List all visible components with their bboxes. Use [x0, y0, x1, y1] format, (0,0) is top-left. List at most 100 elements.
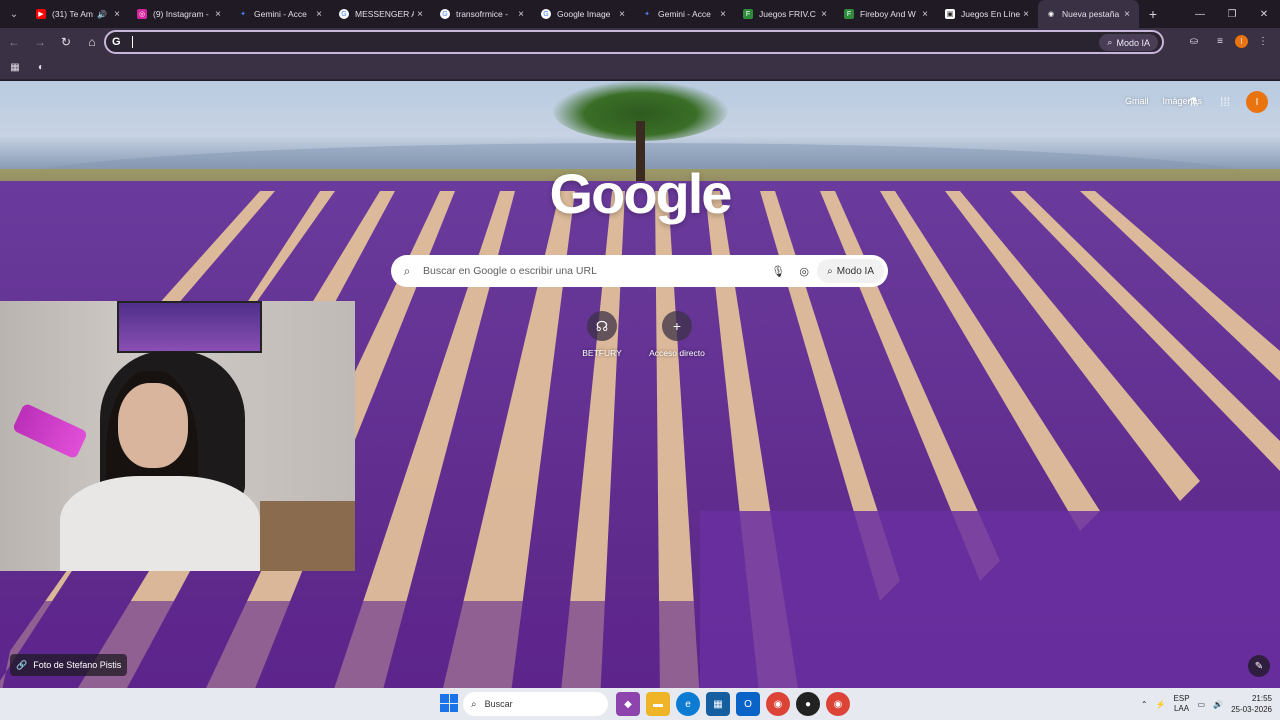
forward-icon[interactable]: → [28, 30, 52, 54]
close-icon[interactable]: × [414, 9, 426, 20]
webcam-overlay [0, 301, 355, 571]
outlook-icon[interactable]: O [736, 692, 760, 716]
file-explorer-icon[interactable]: ▬ [646, 692, 670, 716]
ai-mode-icon: ⌕ [827, 265, 833, 277]
taskbar-search[interactable]: ⌕ Buscar [463, 692, 608, 716]
google-lens-icon[interactable]: ◎ [791, 265, 817, 278]
apps-grid-icon[interactable]: ▦ [4, 57, 26, 79]
search-icon: ⌕ [403, 263, 411, 278]
close-icon[interactable]: × [616, 9, 628, 20]
labs-flask-icon[interactable]: ⚗ [1182, 91, 1204, 113]
copilot-icon[interactable]: ◆ [616, 692, 640, 716]
close-icon[interactable]: × [515, 9, 527, 20]
tab-title: Juegos En Líne [961, 9, 1020, 19]
home-icon[interactable]: ⌂ [80, 30, 104, 54]
tab-transformice[interactable]: G transofrmice - × [432, 0, 533, 28]
taskbar-apps: ◆ ▬ e ▦ O ◉ ● ◉ [616, 692, 850, 716]
back-icon[interactable]: ← [2, 30, 26, 54]
wifi-icon[interactable]: ▭ [1198, 700, 1206, 709]
ai-mode-icon: ⌕ [1107, 37, 1113, 47]
profile-avatar[interactable]: I [1246, 91, 1268, 113]
incognito-icon[interactable]: ⛀ [1183, 30, 1205, 52]
tab-title: transofrmice - [456, 9, 508, 19]
toolbar-actions: ⛀ ≡ I ⋮ [1183, 30, 1274, 52]
tab-google-images[interactable]: G Google Image × [533, 0, 634, 28]
profile-avatar[interactable]: I [1235, 34, 1248, 48]
tab-title: Juegos FRIV.C [759, 9, 816, 19]
shortcut-add[interactable]: + Acceso directo [637, 311, 717, 358]
apps-launcher-icon[interactable]: ⁞⁞⁞ [1214, 91, 1236, 113]
tab-new-tab[interactable]: ◉ Nueva pestaña × [1038, 0, 1139, 28]
gemini-icon: ✦ [644, 11, 650, 18]
new-tab-plus-icon[interactable]: + [1139, 6, 1167, 22]
close-icon[interactable]: × [919, 9, 931, 20]
gmail-link[interactable]: Gmail [1125, 96, 1149, 106]
reload-icon[interactable]: ↻ [54, 30, 78, 54]
tab-messenger[interactable]: G MESSENGER A × [331, 0, 432, 28]
address-bar[interactable]: G ⌕ Modo IA [104, 30, 1164, 54]
tab-search-icon[interactable]: ⌄ [0, 0, 28, 28]
close-icon[interactable]: × [111, 9, 123, 20]
audio-icon[interactable]: 🔊 [97, 10, 107, 19]
chrome-icon: ◉ [1047, 11, 1055, 18]
search-box[interactable]: ⌕ Buscar en Google o escribir una URL 🎙 … [391, 255, 888, 287]
menu-icon[interactable]: ⋮ [1252, 30, 1274, 52]
plus-icon: + [662, 311, 692, 341]
shortcut-label: BETFURY [582, 348, 622, 358]
restore-icon[interactable]: ❐ [1216, 0, 1248, 28]
ai-mode-button[interactable]: ⌕ Modo IA [817, 259, 884, 283]
tab-title: Gemini - Acce [658, 9, 711, 19]
tab-friv[interactable]: F Juegos FRIV.C × [735, 0, 836, 28]
tab-instagram[interactable]: ◎ (9) Instagram - × [129, 0, 230, 28]
reading-list-icon[interactable]: ≡ [1209, 30, 1231, 52]
globe-icon[interactable]: ◐ [30, 57, 52, 79]
taskbar: ⌕ Buscar ◆ ▬ e ▦ O ◉ ● ◉ ⌃ ⚡ ESP LAA ▭ 🔊… [0, 688, 1280, 720]
ai-mode-label: Modo IA [836, 265, 874, 277]
windows-start-icon[interactable] [440, 694, 458, 712]
close-icon[interactable]: × [1121, 9, 1133, 20]
volume-icon[interactable]: 🔊 [1213, 700, 1223, 709]
tab-youtube[interactable]: ▶ (31) Te Am 🔊 × [28, 0, 129, 28]
close-icon[interactable]: × [717, 9, 729, 20]
close-icon[interactable]: × [313, 9, 325, 20]
close-window-icon[interactable]: ✕ [1248, 0, 1280, 28]
chrome-active-icon[interactable]: ◉ [826, 692, 850, 716]
screen: ⌄ ▶ (31) Te Am 🔊 × ◎ (9) Instagram - × ✦… [0, 0, 1280, 720]
store-icon[interactable]: ▦ [706, 692, 730, 716]
close-icon[interactable]: × [818, 9, 830, 20]
close-icon[interactable]: × [212, 9, 224, 20]
search-placeholder[interactable]: Buscar en Google o escribir una URL [423, 265, 765, 277]
tab-juegos-en-linea[interactable]: ▣ Juegos En Líne × [937, 0, 1038, 28]
webcam-shirt [60, 476, 260, 571]
tab-gemini[interactable]: ✦ Gemini - Acce × [230, 0, 331, 28]
close-icon[interactable]: × [1020, 9, 1032, 20]
customize-pencil-icon[interactable]: ✎ [1248, 655, 1270, 677]
microphone-icon[interactable]: 🎙 [765, 265, 791, 278]
chrome-icon[interactable]: ◉ [766, 692, 790, 716]
obs-icon[interactable]: ● [796, 692, 820, 716]
photo-credit-label: Foto de Stefano Pistis [33, 660, 122, 670]
clock[interactable]: 21:55 25-03-2026 [1231, 693, 1272, 715]
tab-fireboy[interactable]: F Fireboy And W × [836, 0, 937, 28]
tab-gemini-2[interactable]: ✦ Gemini - Acce × [634, 0, 735, 28]
poki-icon: ▣ [945, 9, 955, 19]
tab-title: (31) Te Am [52, 9, 93, 19]
tray-chevron-icon[interactable]: ⌃ [1141, 700, 1148, 709]
bookmarks-bar: ▦ ◐ [0, 56, 1280, 80]
edge-icon[interactable]: e [676, 692, 700, 716]
youtube-icon: ▶ [36, 9, 46, 19]
google-logo: Google [549, 162, 733, 225]
photo-credit-link[interactable]: 🔗 Foto de Stefano Pistis [10, 654, 128, 676]
ai-mode-button[interactable]: ⌕ Modo IA [1099, 34, 1158, 51]
ai-mode-label: Modo IA [1116, 37, 1150, 48]
window-controls: — ❐ ✕ [1184, 0, 1280, 28]
tab-title: Gemini - Acce [254, 9, 307, 19]
shortcut-betfury[interactable]: ☊ BETFURY [562, 311, 642, 358]
friv-icon: F [844, 9, 854, 19]
google-icon: G [112, 36, 121, 48]
network-icon[interactable]: ⚡ [1156, 700, 1166, 709]
google-icon: G [339, 9, 349, 19]
language-indicator[interactable]: ESP LAA [1174, 694, 1190, 714]
toolbar: ← → ↻ ⌂ G ⌕ Modo IA ⛀ ≡ I ⋮ [0, 28, 1280, 56]
minimize-icon[interactable]: — [1184, 0, 1216, 28]
